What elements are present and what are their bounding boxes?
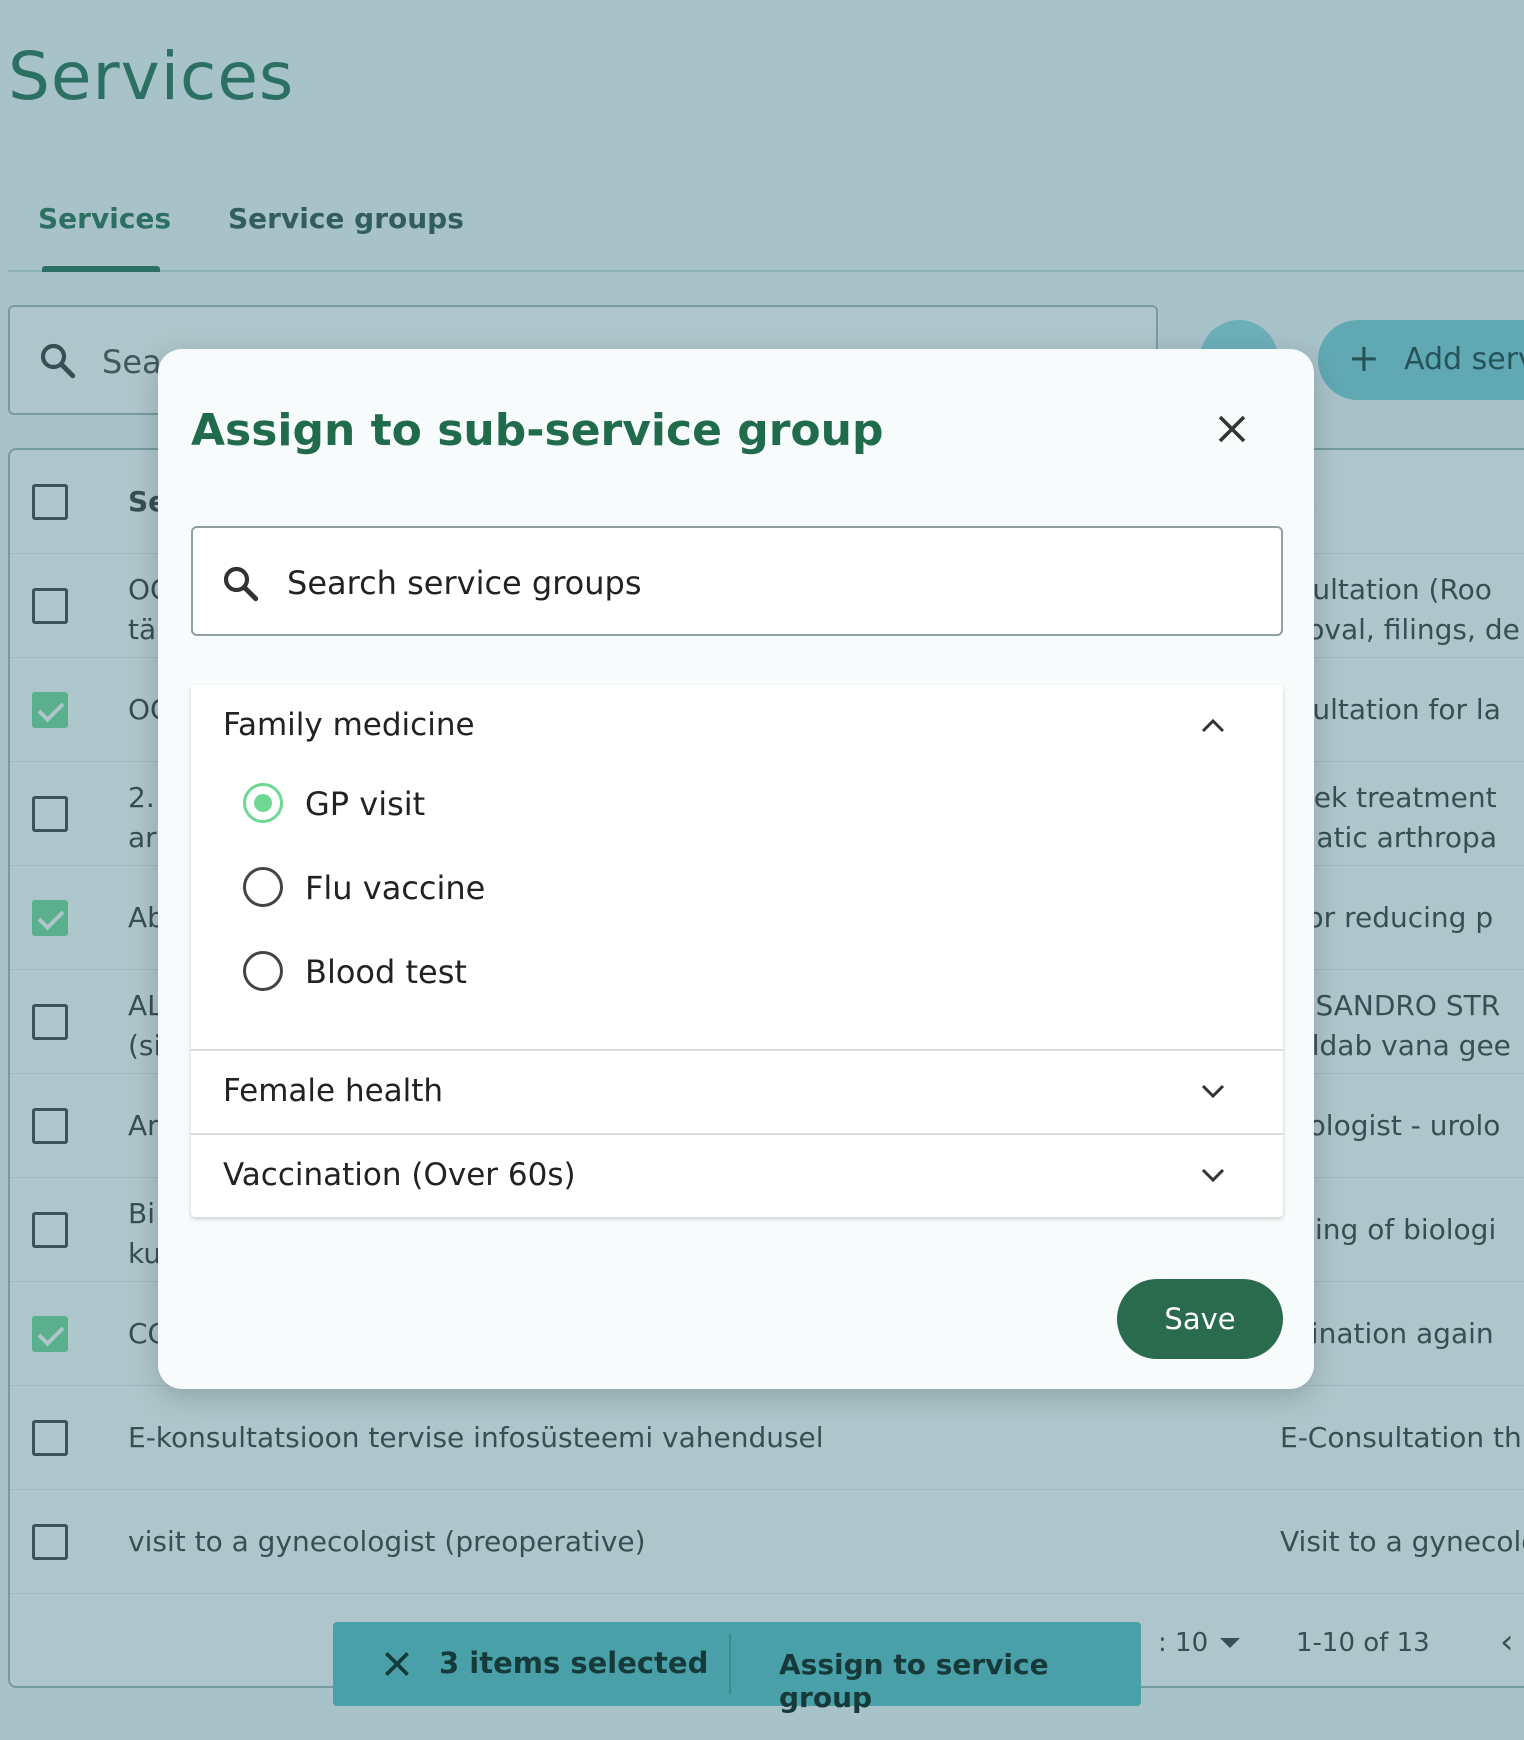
- selected-count-label: 3 items selected: [439, 1646, 709, 1680]
- radio-button[interactable]: [243, 951, 283, 991]
- search-icon: [223, 566, 259, 602]
- service-group-search-input[interactable]: Search service groups: [191, 526, 1283, 636]
- assign-sub-service-group-dialog: Assign to sub-service group Search servi…: [158, 349, 1314, 1389]
- services-page: Services Services Service groups Sea + A…: [0, 0, 1524, 1740]
- accordion-vaccination-over-60s[interactable]: Vaccination (Over 60s): [191, 1135, 1283, 1217]
- dialog-title: Assign to sub-service group: [191, 405, 884, 456]
- search-placeholder: Search service groups: [287, 564, 642, 602]
- radio-button[interactable]: [243, 867, 283, 907]
- close-icon[interactable]: [381, 1648, 413, 1680]
- close-icon[interactable]: [1214, 411, 1250, 447]
- save-button[interactable]: Save: [1117, 1279, 1283, 1359]
- selection-snackbar: 3 items selected Assign to service group: [333, 1622, 1141, 1714]
- chevron-down-icon: [1201, 1084, 1225, 1099]
- chevron-down-icon: [1201, 1168, 1225, 1183]
- accordion-family-medicine[interactable]: Family medicine: [191, 685, 1283, 767]
- snackbar-divider: [729, 1634, 731, 1694]
- radio-button[interactable]: [243, 783, 283, 823]
- service-group-accordion: Family medicine GP visit Flu vaccine Blo…: [191, 685, 1283, 1217]
- accordion-female-health[interactable]: Female health: [191, 1051, 1283, 1133]
- family-medicine-options: GP visit Flu vaccine Blood test: [191, 767, 1283, 1051]
- chevron-up-icon: [1201, 718, 1225, 733]
- assign-to-service-group-button[interactable]: Assign to service group: [779, 1648, 1141, 1714]
